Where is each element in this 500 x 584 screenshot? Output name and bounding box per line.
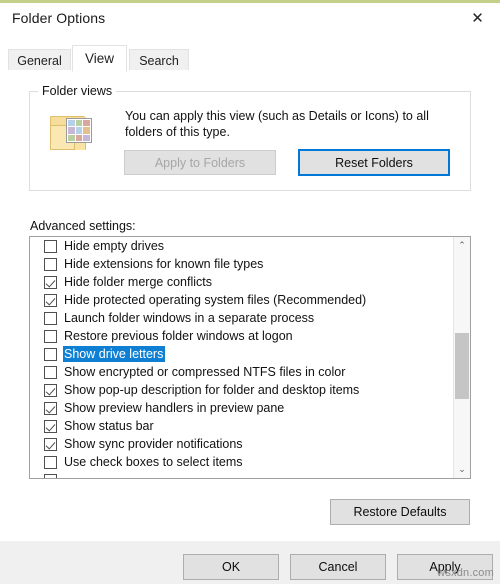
window-title: Folder Options	[12, 10, 106, 26]
reset-folders-label: Reset Folders	[335, 155, 413, 170]
list-item[interactable]: Use check boxes to select items	[30, 453, 453, 471]
list-item[interactable]: Show status bar	[30, 417, 453, 435]
scroll-up-icon[interactable]: ⌃	[454, 237, 470, 254]
list-item-label: Launch folder windows in a separate proc…	[64, 311, 315, 325]
checkbox-icon[interactable]	[44, 275, 57, 289]
cancel-label: Cancel	[318, 560, 358, 574]
list-item-label: Show status bar	[64, 419, 154, 433]
scroll-down-icon[interactable]: ⌄	[454, 461, 470, 478]
list-item-label: Hide extensions for known file types	[64, 257, 264, 271]
scrollbar-thumb[interactable]	[455, 333, 469, 399]
list-item[interactable]: Show drive letters	[30, 345, 453, 363]
checkbox-icon[interactable]	[44, 455, 57, 469]
list-item[interactable]: Restore previous folder windows at logon	[30, 327, 453, 345]
list-item-label: Show pop-up description for folder and d…	[64, 383, 360, 397]
list-item[interactable]: Launch folder windows in a separate proc…	[30, 309, 453, 327]
checkbox-icon[interactable]	[44, 383, 57, 397]
folder-views-groupbox	[29, 91, 471, 191]
checkbox-icon[interactable]	[44, 347, 57, 361]
tab-search[interactable]: Search	[129, 49, 189, 71]
list-item-label: Show sync provider notifications	[64, 437, 243, 451]
checkbox-icon[interactable]	[44, 365, 57, 379]
restore-defaults-button[interactable]: Restore Defaults	[330, 499, 470, 525]
tab-view[interactable]: View	[72, 45, 127, 72]
folder-thumbnails-icon	[48, 113, 95, 157]
checkbox-icon[interactable]	[44, 437, 57, 451]
list-item[interactable]: Hide empty drives	[30, 237, 453, 255]
checkbox-icon[interactable]	[44, 419, 57, 433]
list-item-label: Show preview handlers in preview pane	[64, 401, 285, 415]
list-item-label: Show encrypted or compressed NTFS files …	[64, 365, 346, 379]
checkbox-icon[interactable]	[44, 473, 57, 478]
folder-views-legend: Folder views	[38, 84, 117, 98]
advanced-settings-scrollbar[interactable]: ⌃ ⌄	[453, 237, 470, 478]
folder-views-description: You can apply this view (such as Details…	[125, 109, 429, 139]
title-bar: Folder Options ✕	[0, 3, 500, 34]
checkbox-icon[interactable]	[44, 293, 57, 307]
watermark: wsxdn.com	[437, 567, 494, 579]
checkbox-icon[interactable]	[44, 257, 57, 271]
list-item[interactable]: Show encrypted or compressed NTFS files …	[30, 363, 453, 381]
advanced-settings-label: Advanced settings:	[30, 219, 136, 233]
reset-folders-button[interactable]: Reset Folders	[298, 149, 450, 176]
close-icon: ✕	[471, 8, 484, 27]
ok-button[interactable]: OK	[183, 554, 279, 580]
list-item-label: Restore previous folder windows at logon	[64, 329, 293, 343]
list-item-label: Hide folder merge conflicts	[64, 275, 212, 289]
list-item[interactable]: Show sync provider notifications	[30, 435, 453, 453]
apply-to-folders-button[interactable]: Apply to Folders	[124, 150, 276, 175]
close-button[interactable]: ✕	[455, 3, 500, 33]
list-item-label: Use check boxes to select items	[64, 455, 243, 469]
list-item-label: Hide empty drives	[64, 239, 165, 253]
folder-options-dialog: Folder Options ✕ General View Search Fol…	[0, 3, 500, 584]
checkbox-icon[interactable]	[44, 311, 57, 325]
tab-strip: General View Search	[0, 45, 500, 72]
list-item[interactable]: Show preview handlers in preview pane	[30, 399, 453, 417]
checkbox-icon[interactable]	[44, 401, 57, 415]
list-item-partial[interactable]	[30, 471, 453, 478]
ok-label: OK	[221, 560, 241, 574]
list-item[interactable]: Hide extensions for known file types	[30, 255, 453, 273]
list-item[interactable]: Hide protected operating system files (R…	[30, 291, 453, 309]
advanced-settings-listbox[interactable]: Hide empty drives Hide extensions for kno…	[29, 236, 471, 479]
tab-view-label: View	[84, 51, 115, 66]
checkbox-icon[interactable]	[44, 239, 57, 253]
apply-to-folders-label: Apply to Folders	[154, 155, 246, 170]
list-item-label: Show drive letters	[63, 346, 166, 362]
list-item[interactable]: Hide folder merge conflicts	[30, 273, 453, 291]
tab-search-label: Search	[139, 53, 179, 68]
list-item-label: Hide protected operating system files (R…	[64, 293, 367, 307]
list-item[interactable]: Show pop-up description for folder and d…	[30, 381, 453, 399]
checkbox-icon[interactable]	[44, 329, 57, 343]
tab-general-label: General	[17, 53, 62, 68]
tab-general[interactable]: General	[8, 49, 71, 71]
restore-defaults-label: Restore Defaults	[353, 505, 447, 519]
cancel-button[interactable]: Cancel	[290, 554, 386, 580]
advanced-settings-list: Hide empty drives Hide extensions for kno…	[30, 237, 453, 478]
